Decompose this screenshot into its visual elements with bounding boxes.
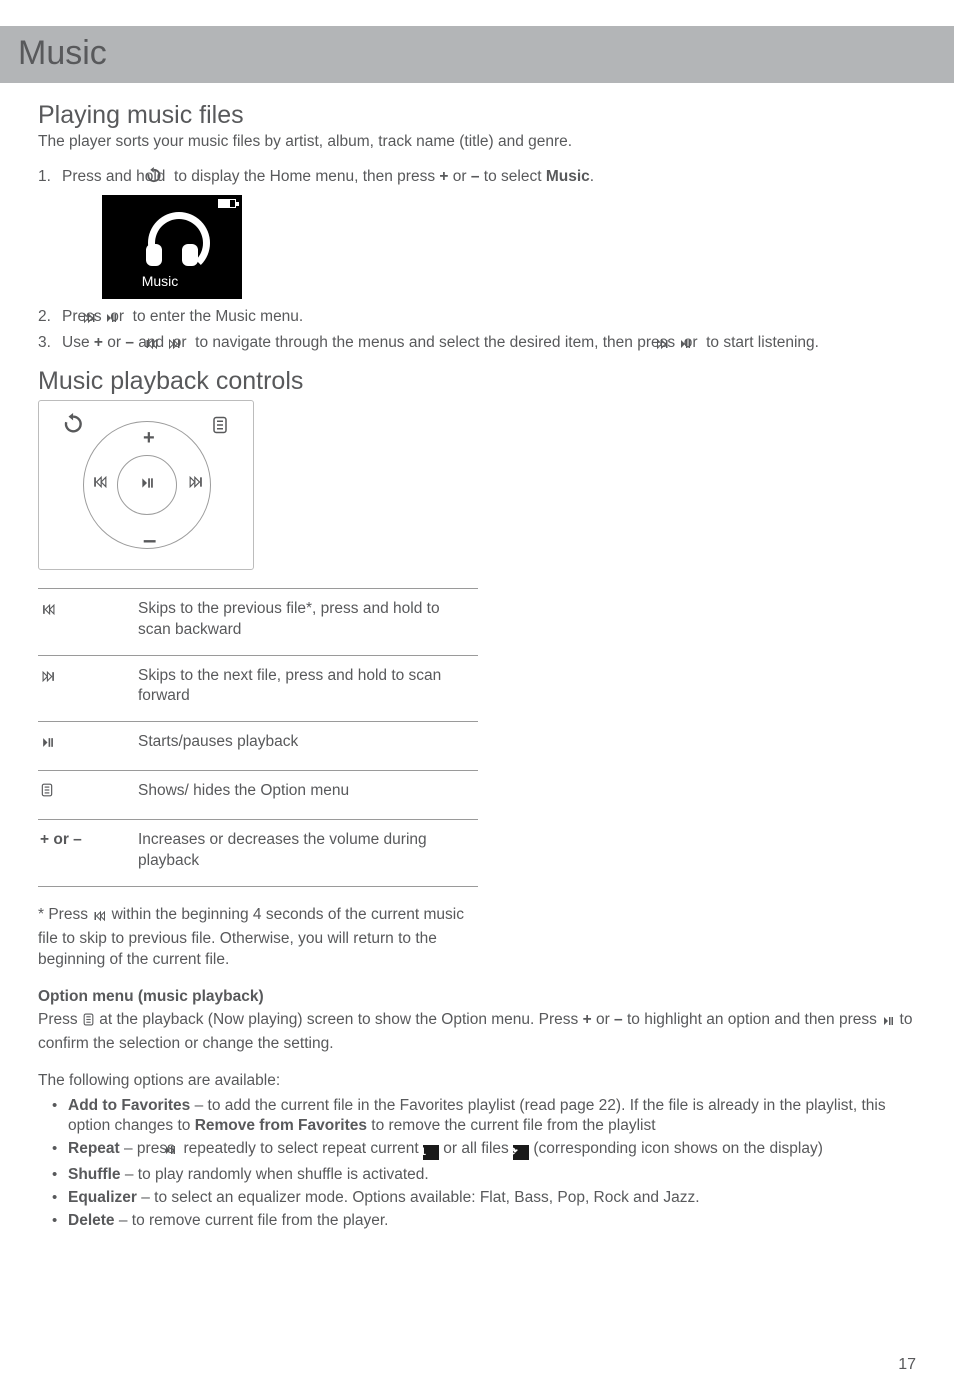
minus: –: [125, 334, 134, 351]
minus-icon: –: [143, 527, 156, 555]
steps-list: 1.Press and hold to display the Home men…: [38, 167, 916, 357]
back-icon: [63, 413, 85, 440]
desc: Shows/ hides the Option menu: [138, 771, 478, 820]
next-icon: [187, 475, 205, 494]
band-title: Music: [18, 34, 936, 73]
step-2: 2.Press or to enter the Music menu.: [38, 307, 916, 331]
desc: Skips to the previous file*, press and h…: [138, 588, 478, 655]
play-pause-icon: [881, 1013, 895, 1034]
table-row: Shows/ hides the Option menu: [38, 771, 478, 820]
t: – to select an equalizer mode. Options a…: [137, 1189, 700, 1206]
step-1: 1.Press and hold to display the Home men…: [38, 167, 916, 299]
menu-icon: [82, 1012, 95, 1034]
table-row: Starts/pauses playback: [38, 722, 478, 771]
desc: Starts/pauses playback: [138, 722, 478, 771]
t: – to remove current file from the player…: [115, 1212, 389, 1229]
t: to start listening.: [702, 334, 819, 351]
controls-diagram: + –: [38, 400, 254, 570]
t: Use: [62, 334, 94, 351]
options-intro: The following options are available:: [38, 1071, 916, 1092]
t: to highlight an option and then press: [623, 1011, 882, 1028]
repeat-all-icon: ⟳: [513, 1145, 529, 1160]
t: or all files: [439, 1140, 513, 1157]
t: .: [590, 168, 594, 185]
page-number: 17: [898, 1356, 916, 1374]
controls-table: Skips to the previous file*, press and h…: [38, 588, 478, 887]
t: to display the Home menu, then press: [170, 168, 440, 185]
minus: –: [614, 1011, 623, 1028]
battery-icon: [218, 199, 236, 208]
music-thumbnail: Music: [102, 195, 242, 299]
t: or: [592, 1011, 614, 1028]
page-content: Playing music files The player sorts you…: [0, 83, 954, 1232]
prev-icon: [40, 602, 57, 623]
t: to remove the current file from the play…: [367, 1117, 656, 1134]
bold-music: Music: [546, 168, 590, 185]
table-row: Skips to the previous file*, press and h…: [38, 588, 478, 655]
list-item: Delete – to remove current file from the…: [38, 1211, 916, 1232]
option-menu-head: Option menu (music playback): [38, 987, 916, 1008]
t: to select: [479, 168, 545, 185]
headphones-icon: [142, 208, 202, 268]
plus-icon: +: [143, 427, 155, 450]
heading-playback-controls: Music playback controls: [38, 367, 916, 396]
t: to navigate through the menus and select…: [191, 334, 680, 351]
list-item: Shuffle – to play randomly when shuffle …: [38, 1165, 916, 1186]
opt-name: Shuffle: [68, 1166, 121, 1183]
thumb-label: Music: [166, 272, 179, 291]
t: – to play randomly when shuffle is activ…: [121, 1166, 429, 1183]
t: (corresponding icon shows on the display…: [529, 1140, 823, 1157]
options-list: Add to Favorites – to add the current fi…: [38, 1096, 916, 1233]
t: or: [103, 334, 125, 351]
t: * Press: [38, 906, 92, 923]
next-icon: [40, 669, 57, 690]
key-plusminus: + or –: [38, 820, 138, 887]
menu-icon: [211, 415, 229, 440]
menu-icon: [40, 782, 54, 805]
desc: Increases or decreases the volume during…: [138, 820, 478, 887]
play-pause-icon: [40, 735, 55, 756]
inner-ring: [117, 455, 177, 515]
key-menu: [38, 771, 138, 820]
key-play: [38, 722, 138, 771]
list-item: Add to Favorites – to add the current fi…: [38, 1096, 916, 1138]
t: Press: [38, 1011, 82, 1028]
step-3: 3.Use + or – and or to navigate through …: [38, 333, 916, 357]
prev-icon: [91, 475, 109, 494]
section-band: Music: [0, 26, 954, 83]
plus: +: [94, 334, 103, 351]
list-item: Repeat – press repeatedly to select repe…: [38, 1139, 916, 1163]
opt-name: Add to Favorites: [68, 1097, 190, 1114]
t: repeatedly to select repeat current: [179, 1140, 423, 1157]
opt-name: Repeat: [68, 1140, 120, 1157]
opt-name: Remove from Favorites: [195, 1117, 367, 1134]
heading-playing-music: Playing music files: [38, 101, 916, 130]
t: at the playback (Now playing) screen to …: [95, 1011, 583, 1028]
opt-name: Equalizer: [68, 1189, 137, 1206]
repeat-one-icon: 1: [423, 1145, 439, 1160]
intro-text: The player sorts your music files by art…: [38, 132, 916, 153]
footnote: * Press within the beginning 4 seconds o…: [38, 905, 478, 971]
list-item: Equalizer – to select an equalizer mode.…: [38, 1188, 916, 1209]
option-menu-p1: Press at the playback (Now playing) scre…: [38, 1010, 916, 1055]
t: or: [448, 168, 470, 185]
table-row: Skips to the next file, press and hold t…: [38, 655, 478, 722]
table-row: + or – Increases or decreases the volume…: [38, 820, 478, 887]
desc: Skips to the next file, press and hold t…: [138, 655, 478, 722]
plus: +: [583, 1011, 592, 1028]
opt-name: Delete: [68, 1212, 115, 1229]
key-prev: [38, 588, 138, 655]
t: to enter the Music menu.: [128, 308, 303, 325]
key-next: [38, 655, 138, 722]
play-pause-icon: [139, 476, 155, 494]
prev-icon: [92, 908, 107, 929]
